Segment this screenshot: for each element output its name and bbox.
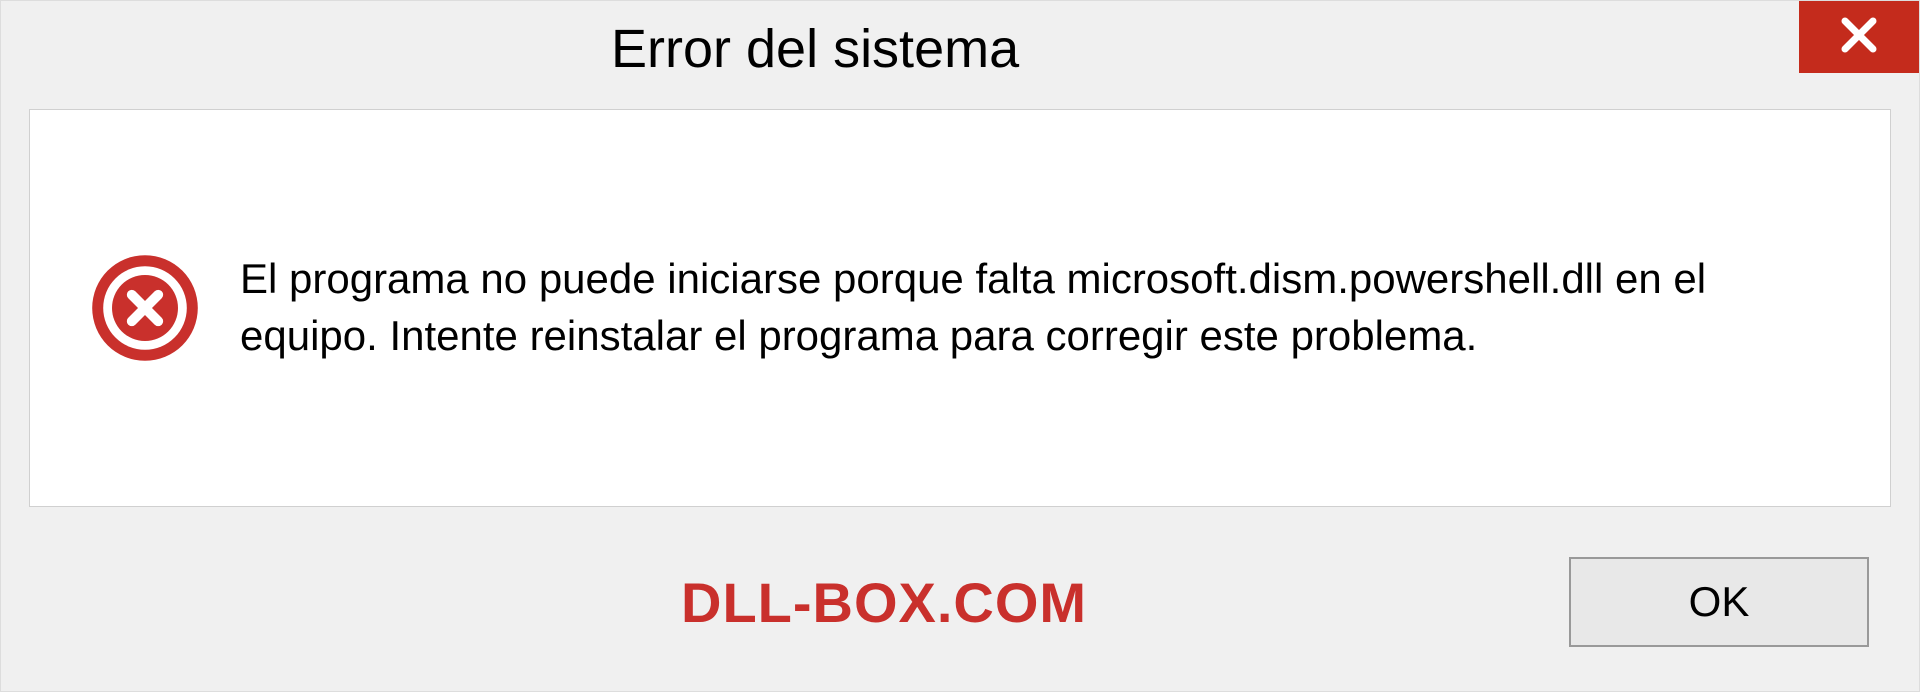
content-panel: El programa no puede iniciarse porque fa… bbox=[29, 109, 1891, 507]
bottom-bar: DLL-BOX.COM OK bbox=[1, 513, 1919, 691]
title-bar: Error del sistema bbox=[1, 1, 1919, 97]
error-message: El programa no puede iniciarse porque fa… bbox=[240, 251, 1800, 364]
ok-button[interactable]: OK bbox=[1569, 557, 1869, 647]
close-icon bbox=[1835, 11, 1883, 64]
close-button[interactable] bbox=[1799, 1, 1919, 73]
watermark-text: DLL-BOX.COM bbox=[681, 570, 1087, 635]
error-icon bbox=[90, 253, 200, 363]
dialog-title: Error del sistema bbox=[611, 18, 1019, 80]
